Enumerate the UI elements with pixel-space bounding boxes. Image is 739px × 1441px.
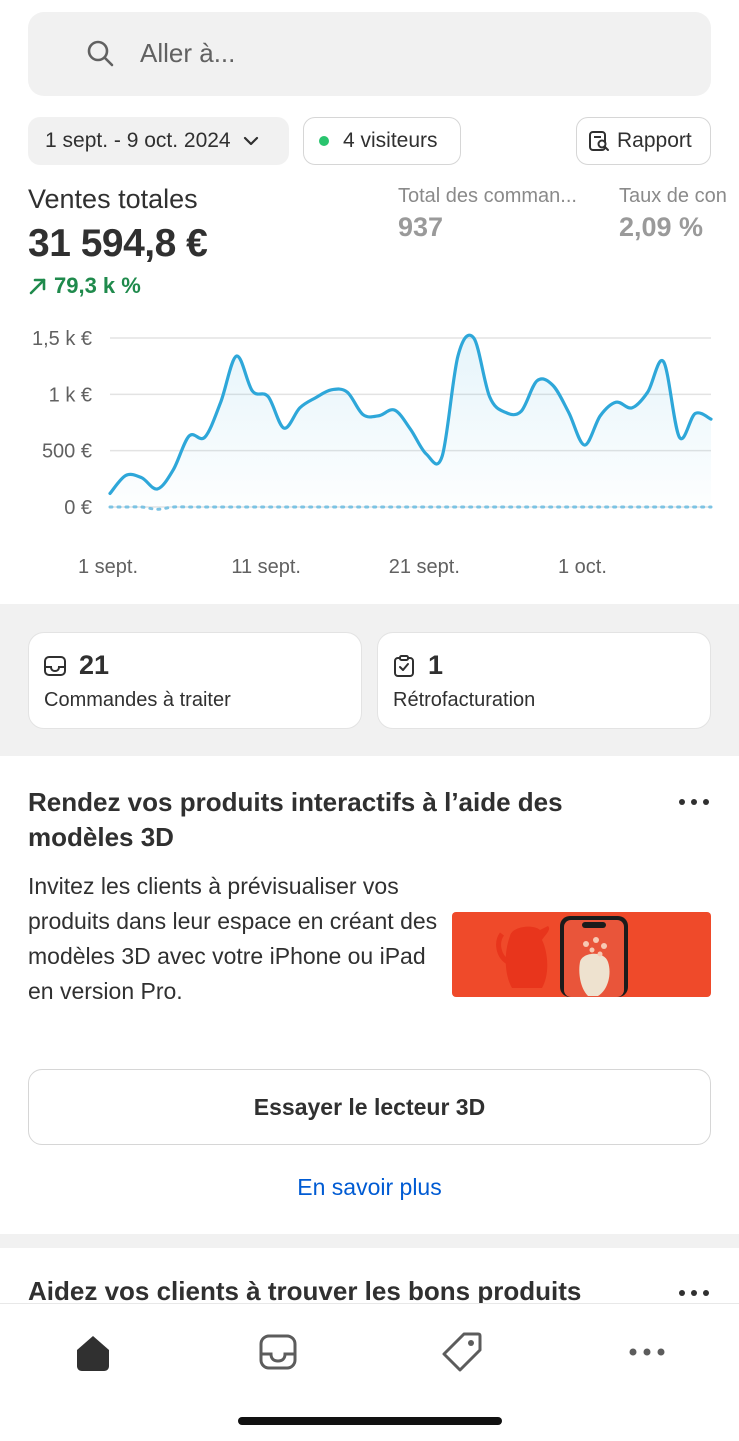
total-orders-metric[interactable]: Total des comman... 937	[398, 185, 606, 243]
date-range-label: 1 sept. - 9 oct. 2024	[45, 129, 231, 152]
x-tick-label: 1 sept.	[78, 556, 138, 578]
learn-more-label: En savoir plus	[297, 1174, 442, 1200]
change-value: 79,3 k %	[54, 273, 141, 298]
home-icon[interactable]	[71, 1330, 115, 1374]
series-area	[110, 335, 711, 507]
orders-to-fulfill-label: Commandes à traiter	[44, 689, 231, 711]
report-button[interactable]: Rapport	[576, 117, 711, 165]
inbox-icon	[44, 656, 66, 676]
conversion-rate-metric[interactable]: Taux de con 2,09 %	[619, 185, 739, 243]
chargeback-label: Rétrofacturation	[393, 689, 536, 711]
search-bar[interactable]: Aller à...	[28, 12, 711, 96]
promo-illustration	[452, 912, 711, 997]
total-sales-value: 31 594,8 €	[28, 222, 208, 265]
report-icon	[589, 131, 609, 151]
tag-icon[interactable]	[440, 1330, 484, 1374]
more-options-icon[interactable]	[678, 798, 710, 806]
section-divider	[0, 1234, 739, 1248]
report-label: Rapport	[617, 129, 692, 152]
conversion-value: 2,09 %	[619, 212, 704, 242]
x-tick-label: 1 oct.	[558, 556, 607, 578]
orders-tab-icon[interactable]	[256, 1330, 300, 1374]
x-tick-label: 11 sept.	[231, 556, 301, 578]
live-dot-icon	[319, 136, 329, 146]
promo-description: Invitez les clients à prévisualiser vos …	[28, 873, 438, 1004]
learn-more-link[interactable]: En savoir plus	[0, 1174, 739, 1201]
orders-value: 937	[398, 212, 444, 242]
arrow-up-right-icon	[29, 278, 46, 295]
clipboard-check-icon	[394, 655, 414, 677]
sales-line-chart[interactable]: 1,5 k € 1 k € 500 € 0 € 1 sept. 11 sept. 21 se…	[0, 320, 739, 590]
total-sales-label[interactable]: Ventes totales	[28, 184, 198, 215]
more-options-icon[interactable]	[678, 1289, 710, 1297]
y-tick-label: 1,5 k €	[32, 328, 92, 350]
home-indicator	[238, 1417, 502, 1425]
chargeback-card[interactable]: 1 Rétrofacturation	[377, 632, 711, 729]
orders-to-fulfill-count: 21	[79, 650, 110, 680]
promo-title: Rendez vos produits interactifs à l’aide…	[28, 787, 563, 852]
date-range-button[interactable]: 1 sept. - 9 oct. 2024	[28, 117, 289, 165]
try-3d-reader-button[interactable]: Essayer le lecteur 3D	[28, 1069, 711, 1145]
y-tick-label: 0 €	[64, 497, 92, 519]
x-tick-label: 21 sept.	[389, 556, 460, 578]
chevron-down-icon	[243, 136, 258, 146]
y-tick-label: 500 €	[42, 441, 92, 463]
conversion-label: Taux de con	[619, 185, 727, 207]
orders-to-fulfill-card[interactable]: 21 Commandes à traiter	[28, 632, 362, 729]
search-icon	[87, 40, 114, 67]
more-icon[interactable]	[625, 1330, 669, 1374]
total-sales-change: 79,3 k %	[28, 273, 141, 299]
search-placeholder: Aller à...	[140, 38, 236, 68]
chargeback-count: 1	[428, 650, 444, 680]
y-tick-label: 1 k €	[49, 384, 92, 406]
visitors-label: 4 visiteurs	[343, 129, 438, 152]
live-visitors-button[interactable]: 4 visiteurs	[303, 117, 461, 165]
orders-label: Total des comman...	[398, 185, 577, 207]
